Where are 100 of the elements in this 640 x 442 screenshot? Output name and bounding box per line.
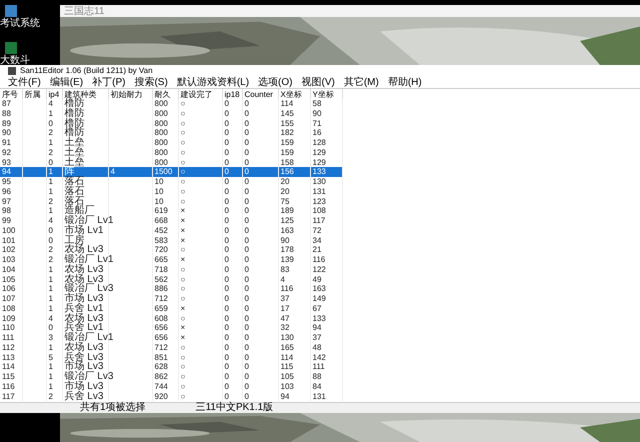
icon-label: 大数斗 xyxy=(0,55,30,66)
table-row[interactable]: 117 2 兵舍 Lv3 920 ○ 0 0 94 131 xyxy=(0,392,342,402)
table-cell: 104 xyxy=(2,264,16,274)
table-row[interactable]: 109 4 农场 Lv3 608 ○ 0 0 47 133 xyxy=(0,314,342,324)
table-row[interactable]: 100 0 市场 Lv1 452 × 0 0 163 72 xyxy=(0,226,342,236)
table-cell: 0 xyxy=(224,314,229,322)
column-header[interactable]: ip18 xyxy=(222,89,242,99)
table-cell: 130 xyxy=(312,177,326,186)
table-row[interactable]: 111 3 锻冶厂 Lv1 656 × 0 0 130 37 xyxy=(0,333,342,343)
table-cell: ○ xyxy=(180,294,186,303)
table-cell: × xyxy=(180,304,186,313)
table-cell: 0 xyxy=(224,148,229,157)
table-row[interactable]: 98 1 造船厂 619 × 0 0 189 108 xyxy=(0,206,342,216)
table-row[interactable]: 108 1 兵舍 Lv1 659 × 0 0 17 67 xyxy=(0,304,342,314)
menu-item[interactable]: 帮助(H) xyxy=(388,78,422,88)
column-header[interactable]: 建筑种类 xyxy=(62,89,108,99)
status-text: 三11中文PK1.1版 xyxy=(196,403,274,413)
table-cell: 0 xyxy=(224,333,229,342)
table-cell: 101 xyxy=(2,236,16,244)
table-cell: 1500 xyxy=(154,167,172,176)
column-header[interactable]: Counter xyxy=(242,89,278,99)
table-row[interactable]: 96 1 落石 10 ○ 0 0 20 131 xyxy=(0,186,342,196)
table-cell: × xyxy=(180,333,186,342)
table-cell: 71 xyxy=(312,118,322,128)
menu-item[interactable]: 选项(O) xyxy=(258,78,292,88)
table-cell: ○ xyxy=(180,186,186,196)
column-header[interactable]: 耐久 xyxy=(152,89,178,99)
table-row[interactable]: 113 5 兵舍 Lv3 851 ○ 0 0 114 142 xyxy=(0,352,342,362)
table-cell: 10 xyxy=(154,186,164,196)
table-cell: 145 xyxy=(280,108,294,118)
table-cell: 0 xyxy=(48,236,53,244)
table-cell: 800 xyxy=(154,148,168,157)
table-row[interactable]: 99 4 锻冶厂 Lv1 668 × 0 0 125 117 xyxy=(0,216,342,226)
table-cell: 562 xyxy=(154,274,168,284)
table-row[interactable]: 89 0 橹防 800 ○ 0 0 155 71 xyxy=(0,118,342,128)
menu-item[interactable]: 默认游戏资料(L) xyxy=(176,78,250,88)
table-row[interactable]: 101 0 工房 583 × 0 0 90 34 xyxy=(0,236,342,246)
menu-item[interactable]: 补丁(P) xyxy=(92,78,126,88)
table-cell: ○ xyxy=(180,245,186,254)
menu-item[interactable]: 其它(M) xyxy=(344,78,379,88)
table-row[interactable]: 92 2 土垒 800 ○ 0 0 159 129 xyxy=(0,148,342,158)
table-row[interactable]: 97 2 落石 10 ○ 0 0 75 123 xyxy=(0,196,342,206)
table-cell: 土垒 xyxy=(64,137,84,148)
menu-item[interactable]: 编辑(E) xyxy=(50,78,84,88)
table-row[interactable]: 112 1 农场 Lv3 712 ○ 0 0 165 48 xyxy=(0,342,342,352)
table-cell: 116 xyxy=(280,284,294,294)
table-cell: 89 xyxy=(2,118,11,128)
table-cell: 0 xyxy=(224,264,229,274)
table-row[interactable]: 90 2 橹防 800 ○ 0 0 182 16 xyxy=(0,128,342,138)
table-cell: 94 xyxy=(2,167,11,176)
table-row[interactable]: 110 0 兵舍 Lv1 656 × 0 0 32 94 xyxy=(0,323,342,333)
table-row[interactable]: 105 1 农场 Lv3 562 ○ 0 0 4 49 xyxy=(0,274,342,284)
table-cell: ○ xyxy=(180,342,186,352)
table-cell: 83 xyxy=(280,264,290,274)
column-header[interactable]: 建设完了 xyxy=(178,89,222,99)
menu-item[interactable]: 视图(V) xyxy=(302,78,335,88)
table-row[interactable]: 104 1 农场 Lv3 718 ○ 0 0 83 122 xyxy=(0,264,342,274)
table-cell: 0 xyxy=(224,236,229,244)
table-row[interactable]: 115 1 锻冶厂 Lv3 862 ○ 0 0 105 88 xyxy=(0,372,342,382)
table-row[interactable]: 114 1 市场 Lv3 628 ○ 0 0 115 111 xyxy=(0,362,342,372)
table-row[interactable]: 88 1 橹防 800 ○ 0 0 145 90 xyxy=(0,108,342,118)
menu-item[interactable]: 搜索(S) xyxy=(134,78,168,88)
table-cell: 1 xyxy=(48,304,53,313)
table-cell: 0 xyxy=(48,226,53,235)
table-row[interactable]: 102 2 农场 Lv3 720 ○ 0 0 178 21 xyxy=(0,245,342,255)
table-cell: ○ xyxy=(180,128,186,138)
column-header[interactable]: Y坐标 xyxy=(310,89,342,99)
column-header[interactable]: 序号 xyxy=(0,89,22,99)
table-row[interactable]: 87 4 橹防 800 ○ 0 0 114 58 xyxy=(0,99,342,109)
table-cell: 2 xyxy=(48,392,53,400)
column-header[interactable]: 所属 xyxy=(22,89,46,99)
table-cell: 农场 Lv3 xyxy=(64,274,104,284)
table-cell: 103 xyxy=(280,382,294,391)
table-cell: 2 xyxy=(48,148,53,157)
table-cell: 105 xyxy=(280,372,294,381)
table-cell: 0 xyxy=(224,255,229,264)
table-cell: 0 xyxy=(48,158,53,166)
table-cell: 0 xyxy=(224,323,229,332)
column-header[interactable]: X坐标 xyxy=(278,89,310,99)
table-row[interactable]: 106 1 锻冶厂 Lv3 886 ○ 0 0 116 163 xyxy=(0,284,342,294)
table-cell: 106 xyxy=(2,284,16,294)
table-cell: 72 xyxy=(312,226,322,235)
table-cell: 886 xyxy=(154,284,168,294)
table-cell: 608 xyxy=(154,314,168,322)
table-cell: 116 xyxy=(2,382,15,391)
table-cell: 0 xyxy=(224,177,229,186)
table-cell: 锻冶厂 Lv1 xyxy=(64,215,114,226)
table-row[interactable]: 116 1 市场 Lv3 744 ○ 0 0 103 84 xyxy=(0,382,342,392)
table-cell: ○ xyxy=(180,138,186,147)
column-header[interactable]: 初始耐力 xyxy=(108,89,152,99)
table-row[interactable]: 107 1 市场 Lv3 712 ○ 0 0 37 149 xyxy=(0,294,342,304)
menu-item[interactable]: 文件(F) xyxy=(8,78,41,88)
table-row[interactable]: 103 2 锻冶厂 Lv1 665 × 0 0 139 116 xyxy=(0,255,342,265)
table-cell: 656 xyxy=(154,333,168,342)
table-cell: 67 xyxy=(312,304,322,313)
table-row[interactable]: 95 1 落石 10 ○ 0 0 20 130 xyxy=(0,177,342,187)
table-cell: 0 xyxy=(244,323,249,332)
table-row[interactable]: 91 1 土垒 800 ○ 0 0 159 128 xyxy=(0,138,342,148)
column-header[interactable]: ip4 xyxy=(46,89,62,99)
table-cell: 75 xyxy=(280,196,290,206)
